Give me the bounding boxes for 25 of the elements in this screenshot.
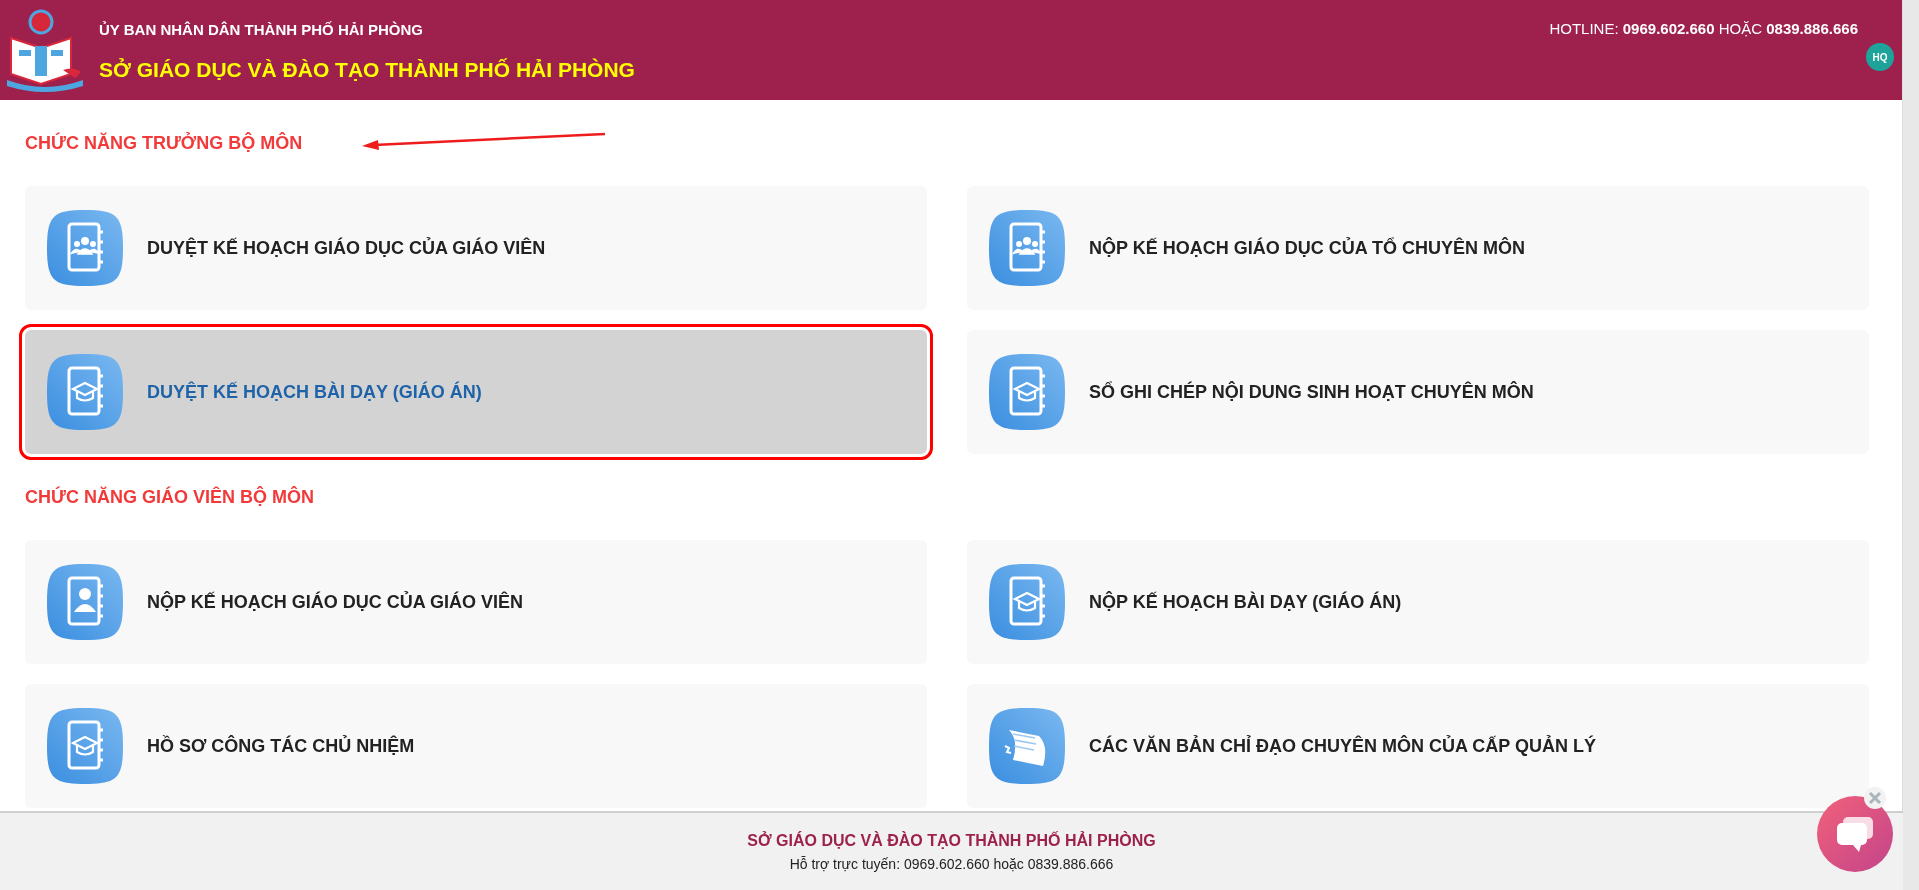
scrollbar[interactable] [1902,0,1919,890]
function-card[interactable]: NỘP KẾ HOẠCH GIÁO DỤC CỦA TỔ CHUYÊN MÔN [967,186,1869,310]
footer-title: SỞ GIÁO DỤC VÀ ĐÀO TẠO THÀNH PHỐ HẢI PHÒNG [747,831,1156,850]
function-card[interactable]: SỔ GHI CHÉP NỘI DUNG SINH HOẠT CHUYÊN MÔN [967,330,1869,454]
function-card[interactable]: DUYỆT KẾ HOẠCH GIÁO DỤC CỦA GIÁO VIÊN [25,186,927,310]
function-card[interactable]: NỘP KẾ HOẠCH GIÁO DỤC CỦA GIÁO VIÊN [25,540,927,664]
department-title: SỞ GIÁO DỤC VÀ ĐÀO TẠO THÀNH PHỐ HẢI PHÒNG [99,57,636,82]
function-card[interactable]: CÁC VĂN BẢN CHỈ ĐẠO CHUYÊN MÔN CỦA CẤP QUẢN LÝ [967,684,1869,808]
hotline-text: HOTLINE: 0969.602.660 HOẶC 0839.886.666 [1549,20,1858,37]
close-icon[interactable] [1864,787,1886,809]
notebook-icon [987,562,1067,642]
organization-name: ỦY BAN NHÂN DÂN THÀNH PHỐ HẢI PHÒNG [99,20,424,38]
notebook-icon [987,352,1067,432]
section-title: CHỨC NĂNG TRƯỞNG BỘ MÔN [25,132,303,154]
support-text: Hỗ trợ trực tuyến: 0969.602.660 hoặc 0839.886.666 [789,855,1114,872]
section-title: CHỨC NĂNG GIÁO VIÊN BỘ MÔN [25,486,314,508]
notebook-icon [45,352,125,432]
documents-icon [987,706,1067,786]
notebook-icon [987,208,1067,288]
notebook-icon [45,208,125,288]
function-card[interactable]: HỒ SƠ CÔNG TÁC CHỦ NHIỆM [25,684,927,808]
chat-bubble-icon [1835,815,1875,853]
function-card[interactable]: NỘP KẾ HOẠCH BÀI DẠY (GIÁO ÁN) [967,540,1869,664]
notebook-icon [45,706,125,786]
contact-book-icon [45,562,125,642]
